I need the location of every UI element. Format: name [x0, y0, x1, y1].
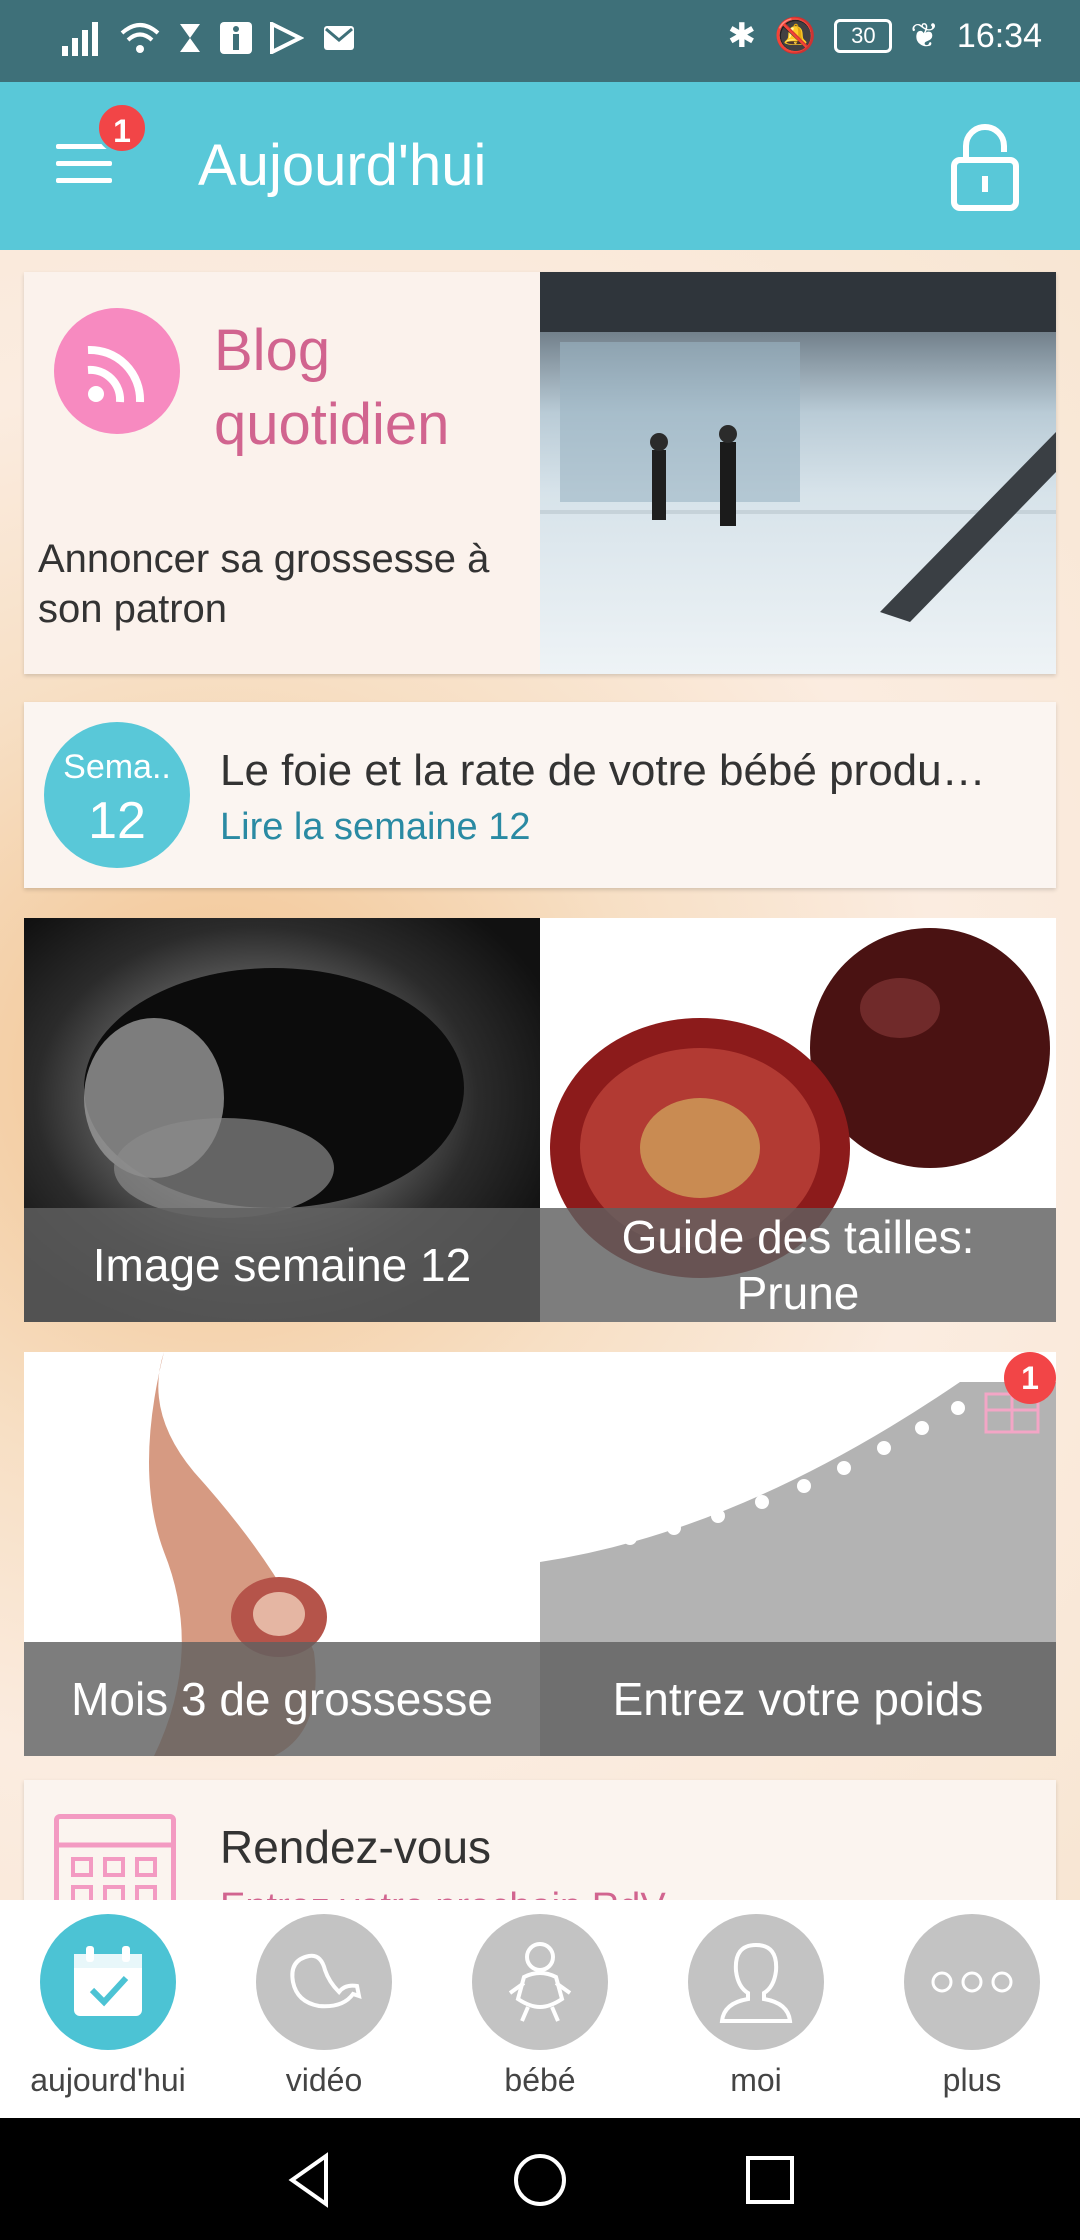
week-headline: Le foie et la rate de votre bébé produ…	[220, 746, 986, 795]
appointment-card[interactable]: Rendez-vous Entrez votre prochain RdV	[24, 1780, 1056, 1900]
week-label: Sema..	[63, 748, 171, 786]
mail-icon	[324, 26, 354, 50]
calendar-icon	[54, 1814, 176, 1900]
more-dots-icon	[904, 1914, 1040, 2050]
blog-title: Blog quotidien	[214, 318, 450, 457]
ultrasound-caption: Image semaine 12	[24, 1208, 540, 1322]
week-badge: Sema.. 12	[44, 722, 190, 868]
calendar-check-icon	[40, 1914, 176, 2050]
mute-icon: 🔕	[774, 17, 817, 55]
baby-icon	[472, 1914, 608, 2050]
signal-icon	[62, 22, 98, 56]
appointment-title: Rendez-vous	[220, 1821, 492, 1873]
read-week-link[interactable]: Lire la semaine 12	[220, 806, 531, 849]
back-icon[interactable]	[280, 2150, 340, 2210]
lock-icon[interactable]	[950, 122, 1020, 212]
week-number: 12	[88, 792, 146, 850]
system-navigation-bar	[0, 2118, 1080, 2240]
status-icons-left	[62, 20, 356, 56]
blog-card[interactable]: Blog quotidien Annoncer sa grossesse à s…	[24, 272, 1056, 674]
menu-notification-badge: 1	[96, 102, 148, 154]
fetus-icon	[256, 1914, 392, 2050]
recents-icon[interactable]	[740, 2150, 800, 2210]
nav-me[interactable]: moi	[656, 1914, 856, 2099]
weight-tile[interactable]: 1 Entrez votre poids	[540, 1352, 1056, 1756]
home-icon[interactable]	[510, 2150, 570, 2210]
nav-video[interactable]: vidéo	[224, 1914, 424, 2099]
nav-today-label: aujourd'hui	[30, 2062, 186, 2098]
nav-today[interactable]: aujourd'hui	[8, 1914, 208, 2099]
feed[interactable]: Blog quotidien Annoncer sa grossesse à s…	[0, 250, 1080, 1900]
size-guide-caption: Guide des tailles: Prune	[540, 1208, 1056, 1322]
week-card[interactable]: Sema.. 12 Le foie et la rate de votre bé…	[24, 702, 1056, 888]
wifi-icon	[120, 23, 160, 53]
battery-icon: 30	[834, 19, 893, 53]
nav-baby[interactable]: bébé	[440, 1914, 640, 2099]
weight-notification-badge: 1	[1004, 1352, 1056, 1404]
leaf-icon: ❦	[910, 17, 939, 55]
weight-caption: Entrez votre poids	[540, 1642, 1056, 1756]
nav-me-label: moi	[730, 2062, 782, 2098]
blog-article-title: Annoncer sa grossesse à son patron	[38, 537, 490, 631]
month-caption: Mois 3 de grossesse	[24, 1642, 540, 1756]
nav-more-label: plus	[942, 2062, 1002, 2098]
ultrasound-tile[interactable]: Image semaine 12	[24, 918, 540, 1322]
hourglass-icon	[180, 24, 200, 52]
bluetooth-icon: ✱	[727, 17, 757, 55]
info-icon	[220, 22, 252, 54]
app-bar: 1 Aujourd'hui	[0, 82, 1080, 250]
nav-video-label: vidéo	[285, 2062, 363, 2098]
status-icons-right: ✱ 🔕 30 ❦ 16:34	[728, 16, 1042, 56]
menu-icon[interactable]	[56, 144, 112, 184]
clock: 16:34	[956, 16, 1042, 55]
size-guide-tile[interactable]: Guide des tailles: Prune	[540, 918, 1056, 1322]
task-icon	[270, 22, 304, 54]
status-bar: ✱ 🔕 30 ❦ 16:34	[0, 0, 1080, 82]
nav-more[interactable]: plus	[872, 1914, 1072, 2099]
page-title: Aujourd'hui	[198, 133, 487, 198]
person-icon	[688, 1914, 824, 2050]
nav-baby-label: bébé	[504, 2062, 576, 2098]
bottom-navigation: aujourd'hui vidéo bébé moi plus	[0, 1900, 1080, 2118]
rss-icon	[54, 308, 180, 434]
office-photo	[540, 272, 1056, 674]
appointment-subtitle: Entrez votre prochain RdV	[220, 1886, 666, 1900]
month-tile[interactable]: Mois 3 de grossesse	[24, 1352, 540, 1756]
